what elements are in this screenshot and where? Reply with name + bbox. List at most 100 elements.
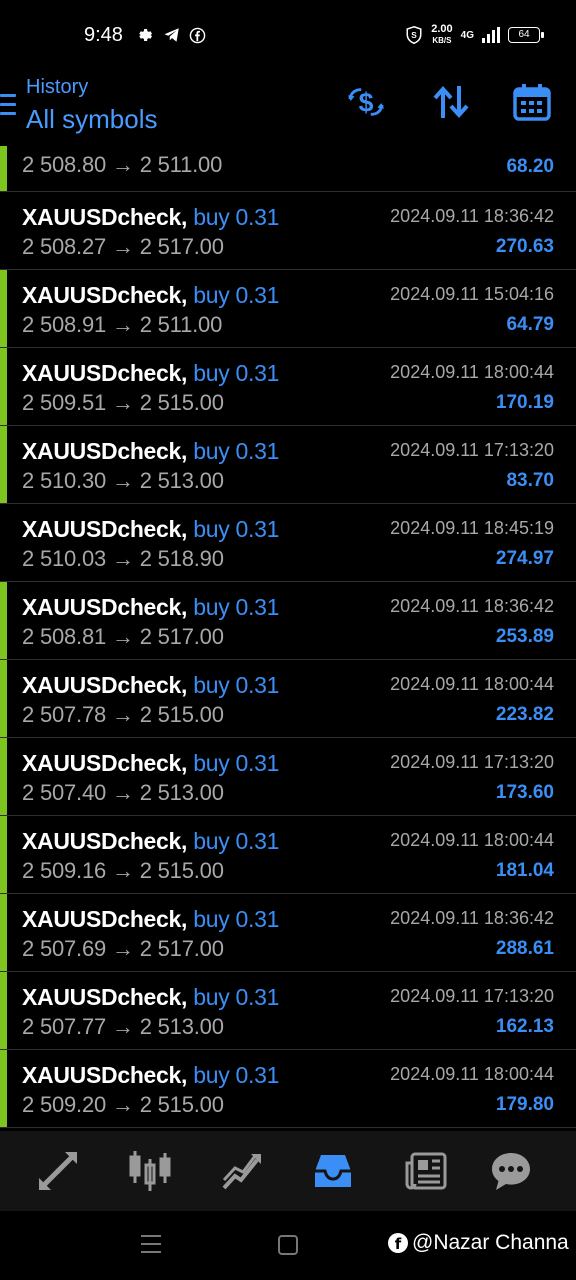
trade-symbol: XAUUSDcheck, buy 0.31 xyxy=(22,1062,280,1088)
arrow-right-icon: → xyxy=(111,546,134,571)
row-indicator xyxy=(0,348,7,425)
open-price: 2 507.77 xyxy=(22,1014,107,1039)
row-indicator xyxy=(0,894,7,971)
trade-row[interactable]: XAUUSDcheck, buy 0.31 2024.09.11 18:00:44… xyxy=(0,1050,576,1128)
trade-profit: 181.04 xyxy=(495,860,554,881)
status-icons-right: S 2.00 KB/S 4G 64 xyxy=(405,23,544,46)
close-price: 2 515.00 xyxy=(139,858,224,883)
calendar-button[interactable] xyxy=(512,82,552,122)
nav-history[interactable] xyxy=(311,1149,355,1193)
shield-s-icon: S xyxy=(406,25,422,45)
trade-time: 2024.09.11 17:13:20 xyxy=(390,440,554,460)
open-price: 2 509.51 xyxy=(22,390,107,415)
close-price: 2 511.00 xyxy=(139,312,223,337)
svg-text:S: S xyxy=(411,31,417,40)
system-navigation-bar: f @Nazar Channa xyxy=(0,1211,576,1280)
trade-prices: 2 507.69 → 2 517.00 xyxy=(22,936,224,962)
trade-profit: 68.20 xyxy=(506,156,554,177)
trade-row[interactable]: XAUUSDcheck, buy 0.31 2024.09.11 17:13:20… xyxy=(0,972,576,1050)
watermark-text: @Nazar Channa xyxy=(412,1231,569,1254)
close-price: 2 513.00 xyxy=(139,1014,224,1039)
status-time: 9:48 xyxy=(84,24,123,46)
trade-profit: 270.63 xyxy=(495,236,554,257)
close-price: 2 511.00 xyxy=(139,152,223,177)
messages-icon xyxy=(492,1153,530,1190)
close-price: 2 515.00 xyxy=(139,390,224,415)
trade-row[interactable]: XAUUSDcheck, buy 0.31 2024.09.11 18:00:44… xyxy=(0,660,576,738)
symbol-filter[interactable]: All symbols xyxy=(26,104,157,135)
open-price: 2 507.69 xyxy=(22,936,107,961)
row-indicator xyxy=(0,660,7,737)
menu-icon[interactable] xyxy=(0,94,16,118)
close-price: 2 515.00 xyxy=(139,702,224,727)
history-list[interactable]: 2 508.80 → 2 511.00 68.20 XAUUSDcheck, buy… xyxy=(0,146,576,1131)
open-price: 2 509.16 xyxy=(22,858,107,883)
nav-messages[interactable] xyxy=(489,1149,533,1193)
trade-type: buy 0.31 xyxy=(193,750,280,776)
facebook-logo-icon: f xyxy=(388,1233,408,1253)
nav-chart[interactable] xyxy=(128,1149,172,1193)
arrow-right-icon: → xyxy=(111,624,134,649)
trade-type: buy 0.31 xyxy=(193,906,280,932)
app-header: History All symbols $ xyxy=(0,72,576,146)
trade-row[interactable]: XAUUSDcheck, buy 0.31 2024.09.11 18:00:44… xyxy=(0,348,576,426)
trade-prices: 2 508.80 → 2 511.00 xyxy=(22,152,222,178)
trade-prices: 2 508.27 → 2 517.00 xyxy=(22,234,224,260)
trade-row[interactable]: XAUUSDcheck, buy 0.31 2024.09.11 18:36:42… xyxy=(0,582,576,660)
trade-row[interactable]: 2 508.80 → 2 511.00 68.20 xyxy=(0,146,576,192)
trade-profit: 64.79 xyxy=(506,314,554,335)
recent-apps-button[interactable] xyxy=(141,1235,161,1253)
history-icon xyxy=(315,1155,351,1187)
nav-news[interactable] xyxy=(404,1149,448,1193)
open-price: 2 508.91 xyxy=(22,312,107,337)
trade-time: 2024.09.11 18:00:44 xyxy=(390,674,554,694)
trade-prices: 2 509.51 → 2 515.00 xyxy=(22,390,224,416)
open-price: 2 508.27 xyxy=(22,234,107,259)
row-indicator xyxy=(0,270,7,347)
trade-row[interactable]: XAUUSDcheck, buy 0.31 2024.09.11 18:36:42… xyxy=(0,192,576,270)
signal-icon xyxy=(482,27,500,43)
trade-prices: 2 509.20 → 2 515.00 xyxy=(22,1092,224,1118)
row-indicator xyxy=(0,426,7,503)
trade-type: buy 0.31 xyxy=(193,594,280,620)
trade-prices: 2 507.78 → 2 515.00 xyxy=(22,702,224,728)
trade-prices: 2 508.91 → 2 511.00 xyxy=(22,312,222,338)
trade-row[interactable]: XAUUSDcheck, buy 0.31 2024.09.11 17:13:20… xyxy=(0,738,576,816)
close-price: 2 518.90 xyxy=(139,546,224,571)
open-price: 2 510.03 xyxy=(22,546,107,571)
row-indicator xyxy=(0,738,7,815)
trade-symbol: XAUUSDcheck, buy 0.31 xyxy=(22,282,280,308)
trade-type: buy 0.31 xyxy=(193,984,280,1010)
trade-symbol: XAUUSDcheck, buy 0.31 xyxy=(22,594,280,620)
trade-profit: 253.89 xyxy=(495,626,554,647)
home-button[interactable] xyxy=(278,1235,298,1255)
trade-profit: 274.97 xyxy=(495,548,554,569)
arrow-right-icon: → xyxy=(111,152,134,177)
arrow-right-icon: → xyxy=(111,234,134,259)
row-indicator xyxy=(0,1050,7,1127)
trade-row[interactable]: XAUUSDcheck, buy 0.31 2024.09.11 18:36:42… xyxy=(0,894,576,972)
nav-trade[interactable] xyxy=(220,1149,264,1193)
trade-type: buy 0.31 xyxy=(193,360,280,386)
open-price: 2 507.40 xyxy=(22,780,107,805)
trade-row[interactable]: XAUUSDcheck, buy 0.31 2024.09.11 15:04:16… xyxy=(0,270,576,348)
trade-prices: 2 508.81 → 2 517.00 xyxy=(22,624,224,650)
trade-time: 2024.09.11 18:36:42 xyxy=(390,206,554,226)
row-indicator xyxy=(0,816,7,893)
sort-button[interactable] xyxy=(431,82,471,122)
currency-exchange-button[interactable]: $ xyxy=(346,82,386,122)
open-price: 2 508.81 xyxy=(22,624,107,649)
net-speed: 2.00 KB/S xyxy=(431,23,453,46)
trade-time: 2024.09.11 18:00:44 xyxy=(390,362,554,382)
sort-icon xyxy=(433,85,469,119)
trade-type: buy 0.31 xyxy=(193,204,280,230)
chart-candles-icon xyxy=(129,1151,171,1191)
trade-row[interactable]: XAUUSDcheck, buy 0.31 2024.09.11 18:45:19… xyxy=(0,504,576,582)
currency-exchange-icon: $ xyxy=(347,88,385,118)
trade-row[interactable]: XAUUSDcheck, buy 0.31 2024.09.11 18:00:44… xyxy=(0,816,576,894)
news-icon xyxy=(405,1152,447,1190)
trade-row[interactable]: XAUUSDcheck, buy 0.31 2024.09.11 17:13:20… xyxy=(0,426,576,504)
nav-quotes[interactable] xyxy=(36,1149,80,1193)
close-price: 2 513.00 xyxy=(139,468,224,493)
close-price: 2 515.00 xyxy=(139,1092,224,1117)
